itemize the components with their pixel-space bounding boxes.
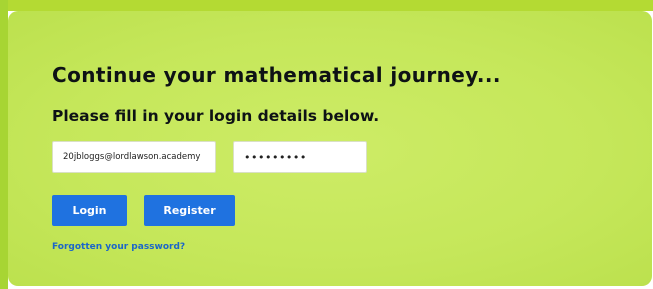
login-button[interactable]: Login xyxy=(52,195,127,226)
left-border xyxy=(0,0,8,289)
login-instruction: Please fill in your login details below. xyxy=(52,107,380,125)
forgot-password-link[interactable]: Forgotten your password? xyxy=(52,242,185,252)
email-field[interactable] xyxy=(52,141,216,173)
password-field[interactable] xyxy=(233,141,367,173)
register-button[interactable]: Register xyxy=(144,195,235,226)
top-border xyxy=(0,0,653,11)
page-background: Continue your mathematical journey... Pl… xyxy=(0,0,653,289)
page-title: Continue your mathematical journey... xyxy=(52,63,501,87)
